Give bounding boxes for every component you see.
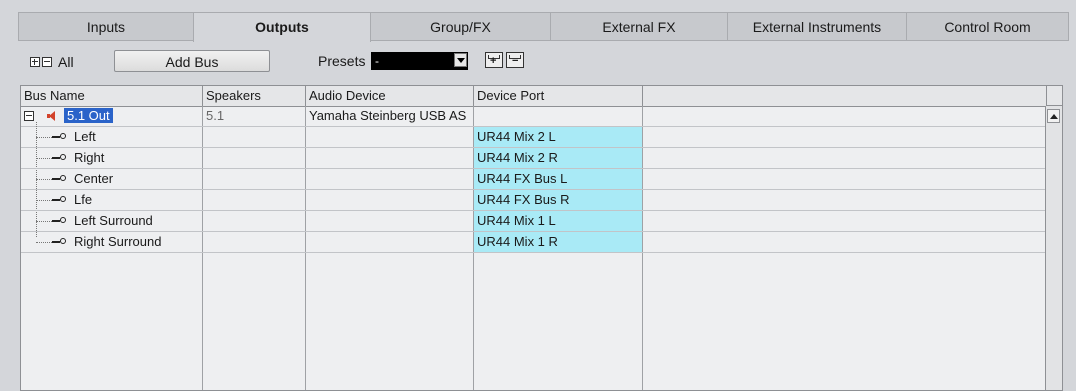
- presets-select[interactable]: -: [371, 52, 468, 70]
- column-speakers[interactable]: Speakers: [203, 86, 306, 106]
- add-bus-button[interactable]: Add Bus: [114, 50, 270, 72]
- scroll-header-corner: [1046, 86, 1062, 106]
- speaker-icon: [47, 111, 59, 121]
- device-port-cell[interactable]: UR44 FX Bus L: [474, 169, 642, 189]
- channel-name: Center: [74, 171, 114, 186]
- device-port-cell[interactable]: UR44 Mix 1 L: [474, 211, 642, 231]
- chevron-down-icon[interactable]: [454, 53, 467, 67]
- channel-name: Left: [74, 129, 96, 144]
- channel-name: Right: [74, 150, 105, 165]
- tab-baseline: [18, 40, 1069, 41]
- save-preset-icon[interactable]: [485, 52, 503, 68]
- output-port-icon: [52, 236, 68, 248]
- table-header: Bus Name Speakers Audio Device Device Po…: [21, 86, 1046, 107]
- device-port-cell[interactable]: UR44 Mix 2 R: [474, 148, 642, 168]
- tab-external-fx[interactable]: External FX: [550, 12, 728, 40]
- table-row[interactable]: Left UR44 Mix 2 L: [21, 127, 1046, 148]
- output-port-icon: [52, 194, 68, 206]
- tab-control-room[interactable]: Control Room: [906, 12, 1069, 40]
- output-port-icon: [52, 215, 68, 227]
- table-row-bus[interactable]: 5.1 Out 5.1 Yamaha Steinberg USB AS: [21, 106, 1046, 127]
- column-device-port[interactable]: Device Port: [474, 86, 643, 106]
- channel-name: Left Surround: [74, 213, 153, 228]
- tab-group-fx[interactable]: Group/FX: [370, 12, 551, 40]
- collapse-all-icon[interactable]: [42, 57, 52, 67]
- tree-connector: [36, 137, 52, 138]
- tree-connector: [36, 221, 52, 222]
- table-row[interactable]: Lfe UR44 FX Bus R: [21, 190, 1046, 211]
- tree-connector: [36, 179, 52, 180]
- table-row[interactable]: Left Surround UR44 Mix 1 L: [21, 211, 1046, 232]
- tab-external-instruments[interactable]: External Instruments: [727, 12, 907, 40]
- tab-bar: Inputs Outputs Group/FX External FX Exte…: [18, 12, 1069, 42]
- device-port-cell[interactable]: UR44 FX Bus R: [474, 190, 642, 210]
- remove-preset-icon[interactable]: [506, 52, 524, 68]
- device-port-cell[interactable]: UR44 Mix 1 R: [474, 232, 642, 252]
- tree-connector: [36, 200, 52, 201]
- vertical-scrollbar[interactable]: [1045, 106, 1062, 390]
- speakers-cell[interactable]: 5.1: [203, 106, 305, 126]
- bus-table: Bus Name Speakers Audio Device Device Po…: [20, 85, 1063, 391]
- table-row[interactable]: Right UR44 Mix 2 R: [21, 148, 1046, 169]
- device-port-cell[interactable]: UR44 Mix 2 L: [474, 127, 642, 147]
- collapse-icon[interactable]: [24, 111, 34, 121]
- bus-name[interactable]: 5.1 Out: [64, 108, 113, 123]
- tree-connector: [36, 242, 52, 243]
- scroll-up-icon[interactable]: [1047, 109, 1060, 123]
- column-audio-device[interactable]: Audio Device: [306, 86, 474, 106]
- audio-device-cell[interactable]: Yamaha Steinberg USB AS: [306, 106, 473, 126]
- channel-name: Right Surround: [74, 234, 162, 249]
- all-label: All: [58, 54, 74, 70]
- toolbar: All Add Bus Presets -: [30, 50, 1060, 74]
- output-port-icon: [52, 131, 68, 143]
- presets-value: -: [375, 54, 379, 68]
- output-port-icon: [52, 173, 68, 185]
- tab-inputs[interactable]: Inputs: [18, 12, 194, 40]
- expand-collapse-all[interactable]: All: [30, 54, 74, 70]
- channel-name: Lfe: [74, 192, 93, 207]
- tab-outputs[interactable]: Outputs: [193, 12, 371, 42]
- table-row[interactable]: Right Surround UR44 Mix 1 R: [21, 232, 1046, 253]
- table-row[interactable]: Center UR44 FX Bus L: [21, 169, 1046, 190]
- tree-connector: [36, 158, 52, 159]
- expand-all-icon[interactable]: [30, 57, 40, 67]
- presets-label: Presets: [318, 53, 366, 69]
- bus-name-cell: 5.1 Out: [61, 106, 201, 126]
- output-port-icon: [52, 152, 68, 164]
- column-bus-name[interactable]: Bus Name: [21, 86, 203, 106]
